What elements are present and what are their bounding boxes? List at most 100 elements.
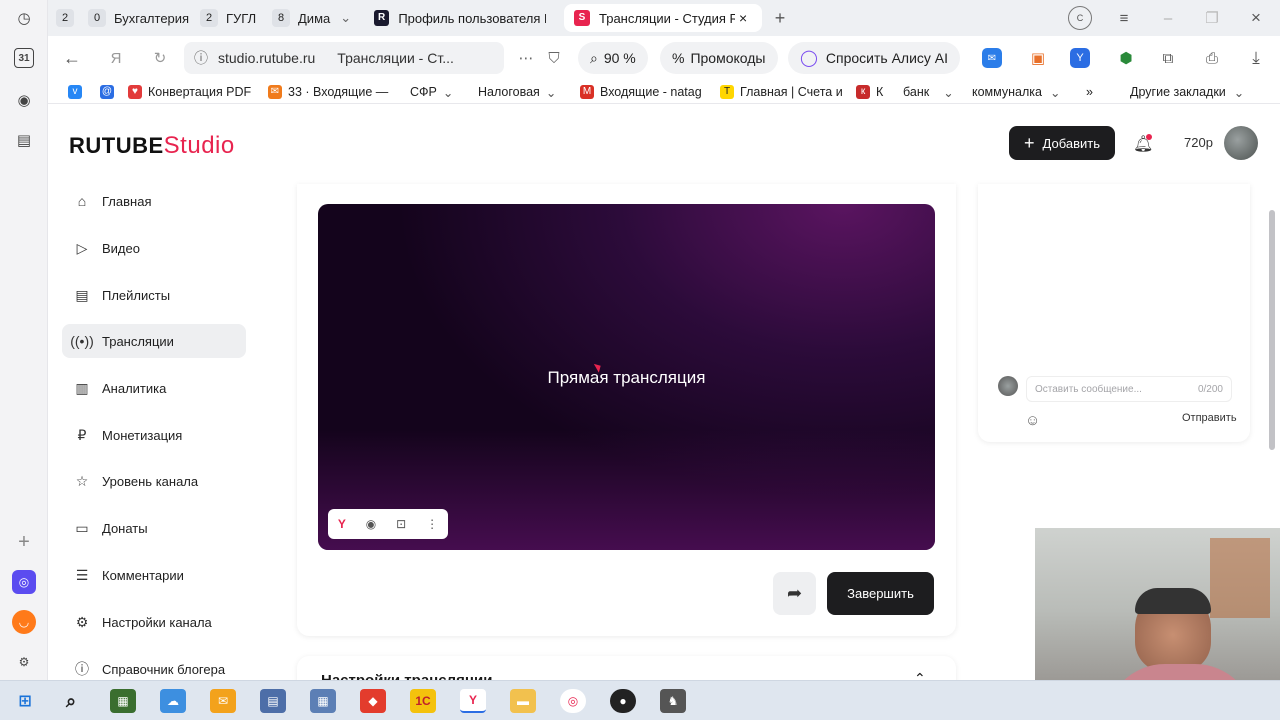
bookmark-mail[interactable]: @ [100,83,120,101]
mail-app-icon[interactable]: ✉ [210,689,236,713]
eye-icon[interactable]: ◉ [366,517,376,531]
mail-ext-icon[interactable]: ✉ [982,48,1002,68]
bookmark-icon[interactable]: ⛉ [542,46,566,70]
nav-monetization[interactable]: ₽ Монетизация [62,418,246,452]
reload-icon[interactable]: ↻ [148,46,172,70]
collections-icon[interactable]: ⎙ [1200,46,1224,70]
tab-group[interactable]: 2 ГУГЛ [200,6,256,30]
bookmark-item[interactable]: кК [856,83,883,101]
profile-icon[interactable]: С [1068,6,1092,30]
send-button[interactable]: Отправить [1182,412,1237,424]
avatar[interactable] [1224,126,1258,160]
yandex-browser-icon[interactable]: Y [460,689,486,713]
rutube-studio-logo[interactable]: RUTUBEStudio [69,132,235,160]
broadcast-icon: ((•)) [70,333,94,349]
tab-group[interactable]: 0 Бухгалтерия [88,6,189,30]
anydesk-icon[interactable]: ◆ [360,689,386,713]
yandex-icon[interactable]: Y [338,517,346,531]
add-panel-icon[interactable]: + [12,530,36,554]
bookmark-folder[interactable]: банк ⌄ [903,83,954,101]
site-info-icon[interactable]: ⓘ [194,48,208,68]
tab-group[interactable]: 2 [56,6,82,30]
nav-analytics[interactable]: ▥ Аналитика [62,371,246,405]
more-bookmarks-icon[interactable]: » [1086,83,1093,101]
bookmark-folder[interactable]: коммуналка ⌄ [972,83,1060,101]
other-bookmarks[interactable]: Другие закладки ⌄ [1130,83,1244,101]
bookmark-item[interactable]: T Главная | Счета и [720,83,843,101]
ruble-icon: ₽ [77,426,87,443]
bookmark-item[interactable]: ♥ Конвертация PDF [128,83,251,101]
calculator-icon[interactable]: ▦ [310,689,336,713]
settings-card[interactable]: Настройки трансляции ⌃ [297,656,956,680]
promo-button[interactable]: % Промокоды [660,42,778,74]
extensions-icon[interactable]: ⧉ [1156,46,1180,70]
download-icon[interactable]: ⤓ [1244,46,1268,70]
nav-blogger-guide[interactable]: ⓘ Справочник блогера [62,652,246,680]
alice-button[interactable]: ◯ Спросить Алису AI [788,42,961,74]
yandex-ext-icon[interactable]: Y [1070,48,1090,68]
nav-video[interactable]: ▷ Видео [62,231,246,265]
history-icon[interactable]: ◷ [12,6,36,30]
window-close-icon[interactable]: × [1244,6,1268,30]
minimize-icon[interactable]: – [1156,6,1180,30]
add-button[interactable]: + Добавить [1009,126,1115,160]
tab-profile[interactable]: R Профиль пользователя Р [364,4,556,32]
gift-ext-icon[interactable]: ▣ [1026,46,1050,70]
menu-icon[interactable]: ≡ [1112,6,1136,30]
chat-input[interactable]: Оставить сообщение... 0/200 [1026,376,1232,402]
settings-icon[interactable]: ⚙ [12,650,36,674]
nav-home[interactable]: ⌂ Главная [62,184,246,218]
maximize-icon[interactable]: ❐ [1200,6,1224,30]
scrollbar-thumb[interactable] [1269,210,1275,450]
bookmark-item[interactable]: ✉ 33 · Входящие — [268,83,388,101]
game-icon[interactable]: ♞ [660,689,686,713]
close-icon[interactable]: × [739,10,747,26]
chevron-up-icon[interactable]: ⌃ [914,670,926,680]
bookmark-folder[interactable]: СФР ⌄ [410,83,453,101]
emoji-icon[interactable]: ☺ [1025,412,1040,429]
share-button[interactable]: ➦ [773,572,816,615]
nav-playlists[interactable]: ▤ Плейлисты [62,278,246,312]
messenger-icon[interactable]: ◎ [12,570,36,594]
address-bar[interactable]: ⓘ studio.rutube.ru Трансляции - Ст... [184,42,504,74]
tab-group[interactable]: 8 Дима ⌄ [272,6,351,30]
nav-donations[interactable]: ▭ Донаты [62,511,246,545]
bell-icon[interactable]: 🔔︎ [1133,134,1153,154]
new-tab-icon[interactable]: + [768,6,792,30]
bookmark-item[interactable]: M Входящие - natag [580,83,702,101]
more-vertical-icon[interactable]: ⋮ [426,517,438,531]
nav-channel-level[interactable]: ☆ Уровень канала [62,464,246,498]
finish-button[interactable]: Завершить [827,572,934,615]
search-icon[interactable]: ⌕ [58,689,84,713]
docs-icon[interactable]: ▤ [260,689,286,713]
yandex-icon[interactable]: Я [104,46,128,70]
1c-icon[interactable]: 1C [410,689,436,713]
zoom-button[interactable]: ⌕ 90 % [578,42,648,74]
chrome-icon[interactable]: ◎ [560,689,586,713]
explorer-icon[interactable]: ▬ [510,689,536,713]
tab-group-count: 2 [200,9,218,27]
obs-icon[interactable]: ● [610,689,636,713]
screenshot-icon[interactable]: ⊡ [396,517,406,531]
archive-icon[interactable]: ▦ [110,689,136,713]
notes-icon[interactable]: ▤ [12,128,36,152]
more-icon[interactable]: ⋯ [514,46,538,70]
bookmark-vk[interactable]: v [68,83,88,101]
windows-start-icon[interactable]: ⊞ [12,689,38,713]
bookmark-folder[interactable]: Налоговая ⌄ [478,83,556,101]
tab-broadcasts[interactable]: S Трансляции - Студия R × [564,4,762,32]
nav-channel-settings[interactable]: ⚙ Настройки канала [62,605,246,639]
calendar-icon[interactable]: 31 [14,48,34,68]
shield-ext-icon[interactable]: ⬢ [1114,46,1138,70]
nav-comments[interactable]: ☰ Комментарии [62,558,246,592]
nav-broadcasts[interactable]: ((•)) Трансляции [62,324,246,358]
video-player[interactable]: Прямая трансляция Y ◉ ⊡ ⋮ [318,204,935,550]
tab-group-count: 2 [56,9,74,27]
market-icon[interactable]: ◡ [12,610,36,634]
camera-icon[interactable]: ◉ [12,88,36,112]
bookmark-label: К [876,85,884,99]
cloud-icon[interactable]: ☁ [160,689,186,713]
other-bookmarks-label: Другие закладки [1130,85,1226,99]
back-icon[interactable]: ← [60,46,84,70]
quality-label[interactable]: 720p [1184,135,1213,150]
